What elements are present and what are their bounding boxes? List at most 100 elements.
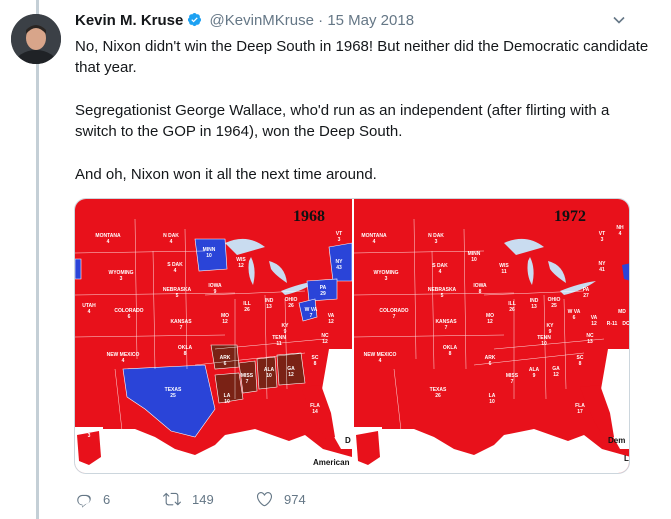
- electoral-votes: 3: [601, 237, 604, 243]
- electoral-votes: 25: [551, 303, 557, 309]
- electoral-votes: 4: [439, 269, 442, 275]
- like-button[interactable]: 974: [255, 488, 306, 510]
- map-side-mark: L: [624, 454, 629, 463]
- state-label: R-11: [607, 321, 618, 327]
- reply-icon: [77, 494, 91, 508]
- electoral-votes: 13: [587, 339, 593, 345]
- author-handle[interactable]: @KevinMKruse: [210, 12, 314, 29]
- electoral-votes: 8: [579, 361, 582, 367]
- electoral-votes: 10: [541, 341, 547, 347]
- electoral-votes: 3: [435, 239, 438, 245]
- electoral-votes: 12: [487, 319, 493, 325]
- map-1968: MONTANA 4 N DAK 4 MINN 10 WIS 12 S DAK 4 WYOMING 3 I…: [75, 199, 352, 473]
- tweet-header: Kevin M. Kruse @KevinMKruse · 15 May 201…: [75, 12, 414, 32]
- retweet-icon: [163, 492, 181, 506]
- electoral-votes: 26: [435, 393, 441, 399]
- electoral-votes: 9: [533, 373, 536, 379]
- electoral-votes: 6: [489, 361, 492, 367]
- electoral-votes: 3: [385, 276, 388, 282]
- state-label: DC: [622, 321, 630, 327]
- electoral-votes: 26: [288, 303, 294, 309]
- heart-icon: [256, 492, 273, 507]
- electoral-votes: 26: [509, 307, 515, 313]
- electoral-votes: 12: [553, 372, 559, 378]
- electoral-votes: 5: [176, 293, 179, 299]
- electoral-votes: 43: [336, 265, 342, 271]
- verified-badge-icon: [187, 12, 202, 31]
- electoral-votes: 10: [266, 373, 272, 379]
- electoral-votes: 12: [288, 372, 294, 378]
- electoral-votes: 3: [120, 276, 123, 282]
- date-separator: ·: [318, 12, 324, 29]
- electoral-votes: 14: [312, 409, 318, 415]
- electoral-votes: 4: [174, 268, 177, 274]
- electoral-votes: 27: [583, 293, 589, 299]
- electoral-votes: 6: [224, 361, 227, 367]
- tweet-media[interactable]: MONTANA 4 N DAK 4 MINN 10 WIS 12 S DAK 4 WYOMING 3 I…: [74, 198, 630, 474]
- tweet-actions: 6 149 974: [75, 488, 575, 510]
- electoral-votes: 29: [320, 291, 326, 297]
- state-label: MD: [618, 309, 626, 315]
- electoral-votes: 5: [441, 293, 444, 299]
- electoral-votes: 12: [322, 339, 328, 345]
- electoral-votes: 4: [619, 231, 622, 237]
- retweet-count: 149: [192, 491, 214, 507]
- electoral-votes: 11: [501, 269, 507, 275]
- electoral-votes: 12: [222, 319, 228, 325]
- tweet-text: No, Nixon didn't win the Deep South in 1…: [75, 36, 655, 185]
- tweet-paragraph: And oh, Nixon won it all the next time a…: [75, 166, 377, 183]
- electoral-votes: 3: [338, 237, 341, 243]
- wash-dem-edge: [75, 258, 82, 280]
- electoral-votes: 7: [393, 314, 396, 320]
- thread-line: [36, 0, 39, 519]
- map-side-mark: D: [345, 436, 351, 445]
- electoral-votes: 13: [266, 304, 272, 310]
- map-1972: MONTANA 4 N DAK 3 MINN 10 WIS 11 S DAK 4 WYOMING 3 I…: [354, 199, 630, 473]
- tweet-date[interactable]: 15 May 2018: [327, 12, 414, 29]
- electoral-votes: 7: [511, 379, 514, 385]
- tweet-paragraph: No, Nixon didn't win the Deep South in 1…: [75, 38, 649, 76]
- electoral-votes: 12: [591, 321, 597, 327]
- electoral-votes: 4: [107, 239, 110, 245]
- electoral-votes: 8: [314, 361, 317, 367]
- electoral-votes: 12: [328, 319, 334, 325]
- electoral-votes: 8: [449, 351, 452, 357]
- electoral-votes: 4: [122, 358, 125, 364]
- electoral-votes: 10: [224, 399, 230, 405]
- tweet-paragraph: Segregationist George Wallace, who'd run…: [75, 102, 610, 140]
- electoral-votes: 4: [88, 309, 91, 315]
- electoral-votes: 10: [206, 253, 212, 259]
- electoral-votes: 7: [445, 325, 448, 331]
- electoral-votes: 17: [577, 409, 583, 415]
- avatar[interactable]: [11, 14, 61, 64]
- electoral-votes: 4: [379, 358, 382, 364]
- electoral-votes: 8: [184, 351, 187, 357]
- electoral-votes: 13: [531, 304, 537, 310]
- map-year: 1968: [293, 208, 325, 225]
- electoral-votes: 41: [599, 267, 605, 273]
- map-legend: American: [313, 458, 350, 467]
- map-year: 1972: [554, 208, 586, 225]
- electoral-votes: 7: [246, 379, 249, 385]
- chevron-down-icon[interactable]: [612, 13, 626, 32]
- electoral-votes: 8: [479, 289, 482, 295]
- electoral-votes: 10: [489, 399, 495, 405]
- electoral-votes: 3: [88, 433, 91, 439]
- author-name[interactable]: Kevin M. Kruse: [75, 12, 183, 29]
- reply-button[interactable]: 6: [75, 488, 110, 510]
- electoral-votes: 7: [310, 313, 313, 319]
- like-count: 974: [284, 491, 306, 507]
- electoral-votes: 11: [276, 341, 282, 347]
- electoral-votes: 12: [238, 263, 244, 269]
- electoral-votes: 4: [170, 239, 173, 245]
- retweet-button[interactable]: 149: [162, 488, 214, 510]
- electoral-votes: 26: [244, 307, 250, 313]
- electoral-votes: 4: [373, 239, 376, 245]
- reply-count: 6: [103, 491, 111, 507]
- electoral-votes: 10: [471, 257, 477, 263]
- electoral-votes: 9: [214, 289, 217, 295]
- electoral-votes: 6: [128, 314, 131, 320]
- electoral-votes: 6: [573, 315, 576, 321]
- electoral-votes: 7: [180, 325, 183, 331]
- electoral-votes: 25: [170, 393, 176, 399]
